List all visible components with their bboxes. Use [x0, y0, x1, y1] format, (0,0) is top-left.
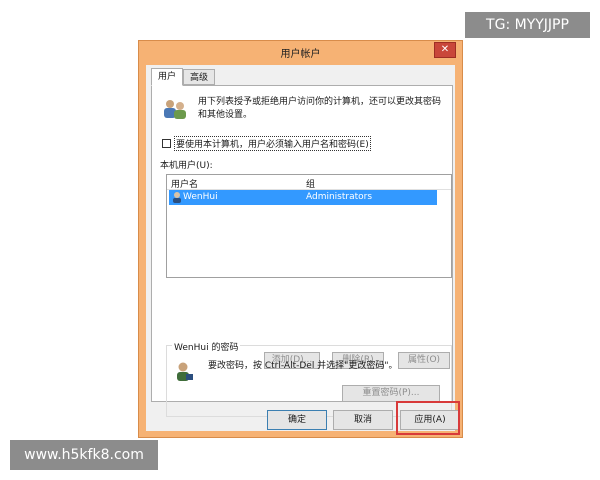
users-list[interactable]: 用户名 组 WenHui Administrators [166, 174, 452, 278]
close-icon: ✕ [440, 44, 450, 55]
window-title: 用户帐户 [280, 48, 321, 60]
tab-users[interactable]: 用户 [151, 68, 184, 86]
title-bar: 用户帐户 [139, 41, 462, 63]
dialog-client-area: 用户 高级 用下列表授予或拒绝用户访问你的计算机，还可以更改其密码和其他设置。 … [146, 65, 460, 431]
users-description: 用下列表授予或拒绝用户访问你的计算机，还可以更改其密码和其他设置。 [198, 97, 442, 120]
user-row-icon [173, 192, 181, 203]
apply-highlight-box [396, 401, 460, 435]
table-row[interactable]: WenHui Administrators [169, 190, 437, 205]
cancel-button[interactable]: 取消 [333, 410, 393, 430]
tab-advanced[interactable]: 高级 [183, 69, 216, 85]
row-username: WenHui [183, 192, 218, 202]
password-user-icon [177, 362, 193, 381]
require-login-label[interactable]: 要使用本计算机，用户必须输入用户名和密码(E) [174, 136, 371, 151]
local-users-label: 本机用户(U): [160, 161, 213, 171]
watermark-top: TG: MYYJJPP [465, 12, 590, 38]
column-header-username[interactable]: 用户名 [171, 177, 198, 190]
user-accounts-window: 用户帐户 ✕ 用户 高级 用下列表授予或拒绝用户访问你的计算机，还可以更改其密码… [138, 40, 463, 438]
require-login-checkbox[interactable] [162, 139, 171, 148]
require-login-row: 要使用本计算机，用户必须输入用户名和密码(E) [162, 136, 371, 151]
watermark-bottom: www.h5kfk8.com [10, 440, 158, 470]
column-header-group[interactable]: 组 [306, 177, 315, 190]
password-group-title: WenHui 的密码 [172, 340, 241, 353]
password-instructions: 要改密码，按 Ctrl-Alt-Del 并选择"更改密码"。 [208, 361, 398, 371]
users-icon [164, 100, 186, 119]
row-group: Administrators [306, 192, 373, 202]
users-list-header: 用户名 组 [167, 175, 451, 190]
close-button[interactable]: ✕ [434, 42, 456, 58]
reset-password-button[interactable]: 重置密码(P)... [342, 385, 440, 402]
ok-button[interactable]: 确定 [267, 410, 327, 430]
